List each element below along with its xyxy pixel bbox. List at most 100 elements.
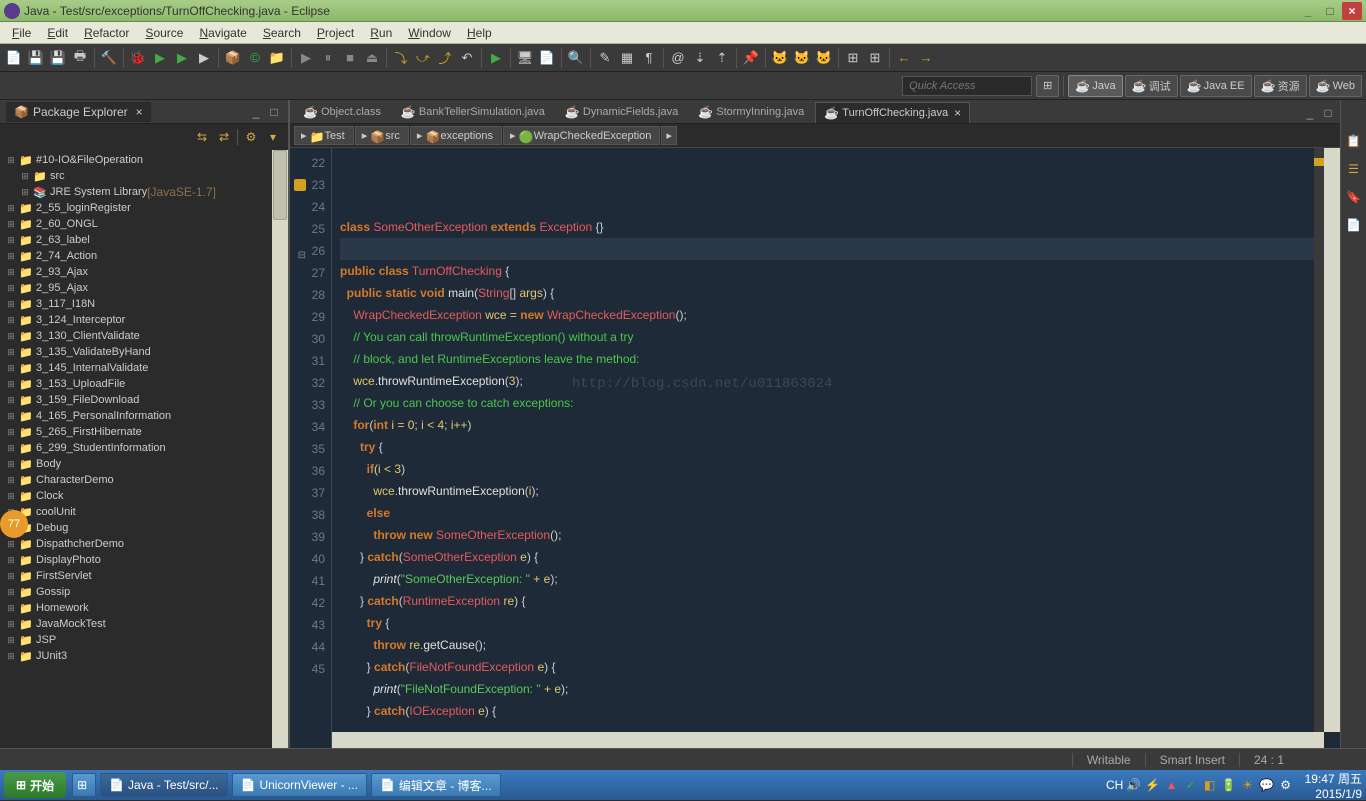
expand-icon[interactable]: ⊞	[4, 219, 18, 230]
tree-item[interactable]: ⊞📁JUnit3	[0, 648, 288, 664]
taskbar-clock[interactable]: 19:47 周五 2015/1/9	[1297, 770, 1362, 801]
menu-window[interactable]: Window	[400, 24, 459, 42]
maximize-panel-button[interactable]: □	[266, 104, 282, 120]
expand-icon[interactable]: ⊞	[4, 619, 18, 630]
perspective-Java EE[interactable]: ☕Java EE	[1180, 75, 1252, 97]
editor-tab[interactable]: ☕BankTellerSimulation.java	[392, 101, 554, 123]
outline-button[interactable]: 📋	[1343, 130, 1365, 152]
tree-item[interactable]: ⊞📁CharacterDemo	[0, 472, 288, 488]
menu-source[interactable]: Source	[137, 24, 191, 42]
code-body[interactable]: http://blog.csdn.net/u011863024 class So…	[332, 148, 1340, 748]
task-list-button[interactable]: ☰	[1343, 158, 1365, 180]
expand-icon[interactable]: ⊞	[4, 283, 18, 294]
breadcrumb-more[interactable]: ▸	[661, 126, 677, 145]
tray-icon[interactable]: 🔋	[1221, 777, 1237, 793]
expand-icon[interactable]: ⊞	[4, 603, 18, 614]
expand-icon[interactable]: ⊞	[18, 171, 32, 182]
expand-icon[interactable]: ⊞	[4, 459, 18, 470]
maximize-editor-button[interactable]: □	[1320, 105, 1336, 121]
tree-item[interactable]: ⊞📁Debug	[0, 520, 288, 536]
link-editor-button[interactable]: ⇄	[215, 128, 233, 146]
expand-icon[interactable]: ⊞	[4, 331, 18, 342]
expand-icon[interactable]: ⊞	[4, 363, 18, 374]
expand-icon[interactable]: ⊞	[18, 187, 32, 198]
drop-frame-button[interactable]: ↶	[457, 48, 477, 68]
breadcrumb-item[interactable]: ▸ 📁 Test	[294, 126, 354, 145]
code-editor[interactable]: 22232425⊟2627282930313233343536373839404…	[290, 148, 1340, 748]
editor-tab[interactable]: ☕TurnOffChecking.java×	[815, 102, 970, 123]
tree-item[interactable]: ⊞📁3_153_UploadFile	[0, 376, 288, 392]
code-line[interactable]: if(i < 3)	[340, 458, 1340, 480]
perspective-Web[interactable]: ☕Web	[1309, 75, 1362, 97]
open-perspective-button[interactable]: ⊞	[1036, 75, 1059, 97]
resume-button[interactable]: ▶	[296, 48, 316, 68]
new-server-button[interactable]: 🖥	[515, 48, 535, 68]
expand-icon[interactable]: ⊞	[4, 427, 18, 438]
save-button[interactable]: 💾	[26, 48, 46, 68]
new-jsp-button[interactable]: 📄	[537, 48, 557, 68]
breadcrumb-item[interactable]: ▸ 🟢 WrapCheckedException	[503, 126, 660, 145]
pin-button[interactable]: 📌	[741, 48, 761, 68]
code-line[interactable]: class SomeOtherException extends Excepti…	[340, 216, 1340, 238]
close-tab-icon[interactable]: ×	[954, 106, 961, 120]
forward-button[interactable]: →	[916, 48, 936, 68]
tray-icon[interactable]: ⚡	[1145, 777, 1161, 793]
expand-icon[interactable]: ⊞	[4, 635, 18, 646]
expand-icon[interactable]: ⊞	[4, 347, 18, 358]
expand-icon[interactable]: ⊞	[4, 539, 18, 550]
scrollbar-thumb[interactable]	[273, 150, 287, 220]
expand-icon[interactable]: ⊞	[4, 203, 18, 214]
overview-ruler[interactable]	[1314, 148, 1324, 732]
taskbar-item[interactable]: 📄Java - Test/src/...	[100, 773, 227, 797]
expand-icon[interactable]: ⊞	[4, 235, 18, 246]
tree-item[interactable]: ⊞📁3_135_ValidateByHand	[0, 344, 288, 360]
window-button[interactable]: ⊞	[843, 48, 863, 68]
prev-annotation-button[interactable]: ⇡	[712, 48, 732, 68]
expand-icon[interactable]: ⊞	[4, 155, 18, 166]
code-line[interactable]	[340, 194, 1340, 216]
back-button[interactable]: ←	[894, 48, 914, 68]
code-line[interactable]: print("FileNotFoundException: " + e);	[340, 678, 1340, 700]
tree-item[interactable]: ⊞📁6_299_StudentInformation	[0, 440, 288, 456]
editor-tab[interactable]: ☕Object.class	[294, 101, 390, 123]
close-button[interactable]: ×	[1342, 2, 1362, 20]
expand-icon[interactable]: ⊞	[4, 587, 18, 598]
toggle-block-button[interactable]: ▦	[617, 48, 637, 68]
tree-item[interactable]: ⊞📁2_60_ONGL	[0, 216, 288, 232]
expand-icon[interactable]: ⊞	[4, 555, 18, 566]
code-line[interactable]: // You can call throwRuntimeException() …	[340, 326, 1340, 348]
expand-icon[interactable]: ⊞	[4, 251, 18, 262]
annotation-button[interactable]: @	[668, 48, 688, 68]
cheat-sheet-button[interactable]: 📄	[1343, 214, 1365, 236]
tray-icon[interactable]: ☀	[1240, 777, 1256, 793]
expand-icon[interactable]: ⊞	[4, 571, 18, 582]
perspective-资源[interactable]: ☕资源	[1254, 75, 1307, 97]
toggle-mark-button[interactable]: ✎	[595, 48, 615, 68]
warning-marker[interactable]	[294, 179, 306, 191]
taskbar-item[interactable]: 📄编辑文章 - 博客...	[371, 773, 501, 797]
tree-item[interactable]: ⊞📁4_165_PersonalInformation	[0, 408, 288, 424]
tomcat-stop-button[interactable]: 🐱	[792, 48, 812, 68]
menu-navigate[interactable]: Navigate	[191, 24, 254, 42]
tree-item[interactable]: ⊞📁2_93_Ajax	[0, 264, 288, 280]
expand-icon[interactable]: ⊞	[4, 411, 18, 422]
tree-item[interactable]: ⊞📁DisplayPhoto	[0, 552, 288, 568]
breadcrumb-item[interactable]: ▸ 📦 src	[355, 126, 409, 145]
tree-item[interactable]: ⊞📁3_117_I18N	[0, 296, 288, 312]
code-line[interactable]: try {	[340, 436, 1340, 458]
project-tree[interactable]: ⊞📁#10-IO&FileOperation⊞📁src⊞📚JRE System …	[0, 150, 288, 748]
tree-item[interactable]: ⊞📁2_55_loginRegister	[0, 200, 288, 216]
code-line[interactable]: wce.throwRuntimeException(i);	[340, 480, 1340, 502]
new-class-button[interactable]: ©	[245, 48, 265, 68]
editor-tab[interactable]: ☕StormyInning.java	[689, 101, 813, 123]
expand-icon[interactable]: ⊞	[4, 651, 18, 662]
collapse-all-button[interactable]: ⇆	[193, 128, 211, 146]
menu-file[interactable]: File	[4, 24, 39, 42]
new-window-button[interactable]: ⊞	[865, 48, 885, 68]
run-button[interactable]: ▶	[150, 48, 170, 68]
fold-marker[interactable]: ⊟	[294, 245, 306, 257]
run-external-button[interactable]: ▶	[486, 48, 506, 68]
tray-icon[interactable]: 🔊	[1126, 777, 1142, 793]
package-explorer-tab[interactable]: 📦 Package Explorer ×	[6, 102, 151, 122]
build-button[interactable]: 🔨	[99, 48, 119, 68]
